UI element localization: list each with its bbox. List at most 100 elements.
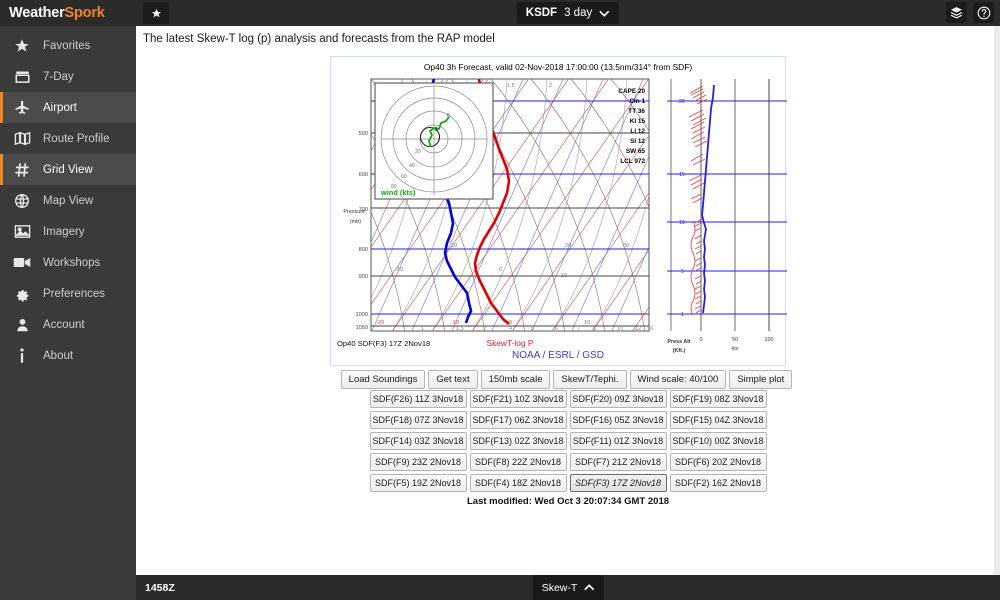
top-toolbar: KSDF 3 day bbox=[136, 0, 1000, 26]
forecast-button[interactable]: SDF(F5) 19Z 2Nov18 bbox=[369, 474, 467, 492]
sidebar-item-label: Preferences bbox=[43, 287, 106, 300]
skewt-panel-tab[interactable]: Skew-T bbox=[532, 575, 604, 600]
sidebar-item-airport[interactable]: Airport bbox=[0, 92, 136, 123]
skewt-tephi-button[interactable]: SkewT/Tephi. bbox=[553, 370, 627, 389]
chevron-down-icon bbox=[599, 10, 610, 17]
sidebar-item-label: Favorites bbox=[43, 39, 91, 52]
sidebar-item-account[interactable]: Account bbox=[0, 309, 136, 340]
sidebar-item-imagery[interactable]: Imagery bbox=[0, 216, 136, 247]
svg-text:50: 50 bbox=[732, 337, 738, 343]
svg-text:60: 60 bbox=[401, 174, 407, 180]
simple-plot-button[interactable]: Simple plot bbox=[729, 370, 793, 389]
sidebar-item-label: Account bbox=[43, 318, 85, 331]
svg-text:6: 6 bbox=[555, 326, 558, 332]
forecast-button[interactable]: SDF(F9) 23Z 2Nov18 bbox=[369, 453, 467, 471]
svg-text:20: 20 bbox=[679, 99, 685, 105]
sidebar-item-favorites[interactable]: Favorites bbox=[0, 30, 136, 61]
app-logo: Weather Spork bbox=[0, 0, 136, 26]
main-pane: KSDF 3 day The latest Skew-T log (p) ana… bbox=[136, 0, 1000, 600]
video-icon bbox=[11, 254, 33, 272]
forecast-button[interactable]: SDF(F19) 08Z 3Nov18 bbox=[669, 390, 767, 408]
forecast-button[interactable]: SDF(F13) 02Z 3Nov18 bbox=[469, 432, 567, 450]
get-text-button[interactable]: Get text bbox=[428, 370, 478, 389]
layers-button[interactable] bbox=[946, 2, 967, 23]
svg-text:5: 5 bbox=[531, 326, 534, 332]
sidebar-item-grid-view[interactable]: Grid View bbox=[0, 154, 136, 185]
logo-spork: Spork bbox=[64, 5, 105, 21]
top-right-actions bbox=[946, 2, 994, 23]
vertical-scrollbar[interactable] bbox=[994, 26, 1000, 575]
svg-text:20: 20 bbox=[415, 149, 421, 155]
svg-text:100: 100 bbox=[765, 337, 774, 343]
scale-button[interactable]: 150mb scale bbox=[480, 370, 551, 389]
svg-text:30: 30 bbox=[623, 243, 629, 249]
forecast-button[interactable]: SDF(F14) 03Z 3Nov18 bbox=[369, 432, 467, 450]
status-bar: 1458Z Skew-T bbox=[136, 575, 1000, 600]
chart-title: Op40 3h Forecast, valid 02-Nov-2018 17:0… bbox=[423, 62, 693, 72]
sidebar-item-workshops[interactable]: Workshops bbox=[0, 247, 136, 278]
pressure-axis-label: Pressure bbox=[343, 209, 365, 215]
forecast-button[interactable]: SDF(F11) 01Z 3Nov18 bbox=[569, 432, 667, 450]
forecast-button[interactable]: SDF(F7) 21Z 2Nov18 bbox=[569, 453, 667, 471]
forecast-button[interactable]: SDF(F10) 00Z 3Nov18 bbox=[669, 432, 767, 450]
sidebar-item-map-view[interactable]: Map View bbox=[0, 185, 136, 216]
sidebar-item-preferences[interactable]: Preferences bbox=[0, 278, 136, 309]
sidebar-item-route-profile[interactable]: Route Profile bbox=[0, 123, 136, 154]
svg-text:TT 36: TT 36 bbox=[628, 108, 645, 115]
svg-text:40: 40 bbox=[409, 163, 415, 169]
forecast-button[interactable]: SDF(F17) 06Z 3Nov18 bbox=[469, 411, 567, 429]
svg-text:1.5: 1.5 bbox=[456, 326, 464, 332]
forecast-button[interactable]: SDF(F8) 22Z 2Nov18 bbox=[469, 453, 567, 471]
svg-text:SI 12: SI 12 bbox=[630, 138, 645, 145]
user-icon bbox=[11, 316, 33, 334]
forecast-button[interactable]: SDF(F6) 20Z 2Nov18 bbox=[669, 453, 767, 471]
svg-text:10: 10 bbox=[679, 220, 685, 226]
svg-text:0: 0 bbox=[509, 320, 512, 326]
forecast-row: SDF(F26) 11Z 3Nov18 SDF(F21) 10Z 3Nov18 … bbox=[369, 390, 767, 408]
forecast-button[interactable]: SDF(F18) 07Z 3Nov18 bbox=[369, 411, 467, 429]
forecast-button[interactable]: SDF(F26) 11Z 3Nov18 bbox=[369, 390, 467, 408]
sidebar-item-about[interactable]: About bbox=[0, 340, 136, 371]
sidebar-item-label: Imagery bbox=[43, 225, 85, 238]
forecast-button[interactable]: SDF(F20) 09Z 3Nov18 bbox=[569, 390, 667, 408]
layers-icon bbox=[950, 7, 963, 19]
sidebar-item-7-day[interactable]: 7-Day bbox=[0, 61, 136, 92]
map-icon bbox=[11, 130, 33, 148]
chart-subtitle: SkewT-log P bbox=[486, 338, 533, 348]
svg-text:10: 10 bbox=[584, 320, 590, 326]
forecast-button[interactable]: SDF(F16) 05Z 3Nov18 bbox=[569, 411, 667, 429]
forecast-button[interactable]: SDF(F4) 18Z 2Nov18 bbox=[469, 474, 567, 492]
globe-icon bbox=[11, 192, 33, 210]
forecast-button[interactable]: SDF(F15) 04Z 3Nov18 bbox=[669, 411, 767, 429]
forecast-row: SDF(F9) 23Z 2Nov18 SDF(F8) 22Z 2Nov18 SD… bbox=[369, 453, 767, 471]
load-soundings-button[interactable]: Load Soundings bbox=[340, 370, 426, 389]
help-icon bbox=[977, 6, 990, 19]
gear-icon bbox=[11, 285, 33, 303]
forecast-time-grid: SDF(F26) 11Z 3Nov18 SDF(F21) 10Z 3Nov18 … bbox=[136, 390, 1000, 492]
chart-footer-left: Op40 SDF(F3) 17Z 2Nov18 bbox=[337, 339, 430, 348]
station-selector[interactable]: KSDF 3 day bbox=[516, 2, 620, 24]
svg-text:900: 900 bbox=[359, 274, 368, 280]
application-window: Weather Spork Favorites 7-Day Airport Ro… bbox=[0, 0, 1000, 600]
svg-text:10: 10 bbox=[617, 326, 623, 332]
help-button[interactable] bbox=[973, 2, 994, 23]
svg-text:KI 15: KI 15 bbox=[630, 118, 646, 125]
forecast-button[interactable]: SDF(F21) 10Z 3Nov18 bbox=[469, 390, 567, 408]
star-icon bbox=[11, 37, 33, 55]
forecast-row: SDF(F5) 19Z 2Nov18 SDF(F4) 18Z 2Nov18 SD… bbox=[369, 474, 767, 492]
wind-scale-button[interactable]: Wind scale: 40/100 bbox=[629, 370, 727, 389]
image-icon bbox=[11, 223, 33, 241]
svg-text:LI 12: LI 12 bbox=[630, 128, 645, 135]
svg-text:15: 15 bbox=[679, 172, 685, 178]
svg-text:1050: 1050 bbox=[356, 325, 368, 331]
wind-profile-panel: 20 15 10 5 1 0 50 100 kts Press Alt (Kft… bbox=[667, 79, 787, 354]
svg-text:CIn 1: CIn 1 bbox=[629, 98, 645, 105]
page-title: The latest Skew-T log (p) analysis and f… bbox=[136, 26, 1000, 53]
forecast-button-selected[interactable]: SDF(F3) 17Z 2Nov18 bbox=[569, 474, 667, 492]
forecast-button[interactable]: SDF(F2) 16Z 2Nov18 bbox=[669, 474, 767, 492]
hash-icon bbox=[11, 161, 33, 179]
favorite-button[interactable] bbox=[143, 2, 169, 24]
svg-text:8: 8 bbox=[593, 326, 596, 332]
svg-text:1: 1 bbox=[681, 312, 684, 318]
svg-text:4: 4 bbox=[509, 326, 512, 332]
